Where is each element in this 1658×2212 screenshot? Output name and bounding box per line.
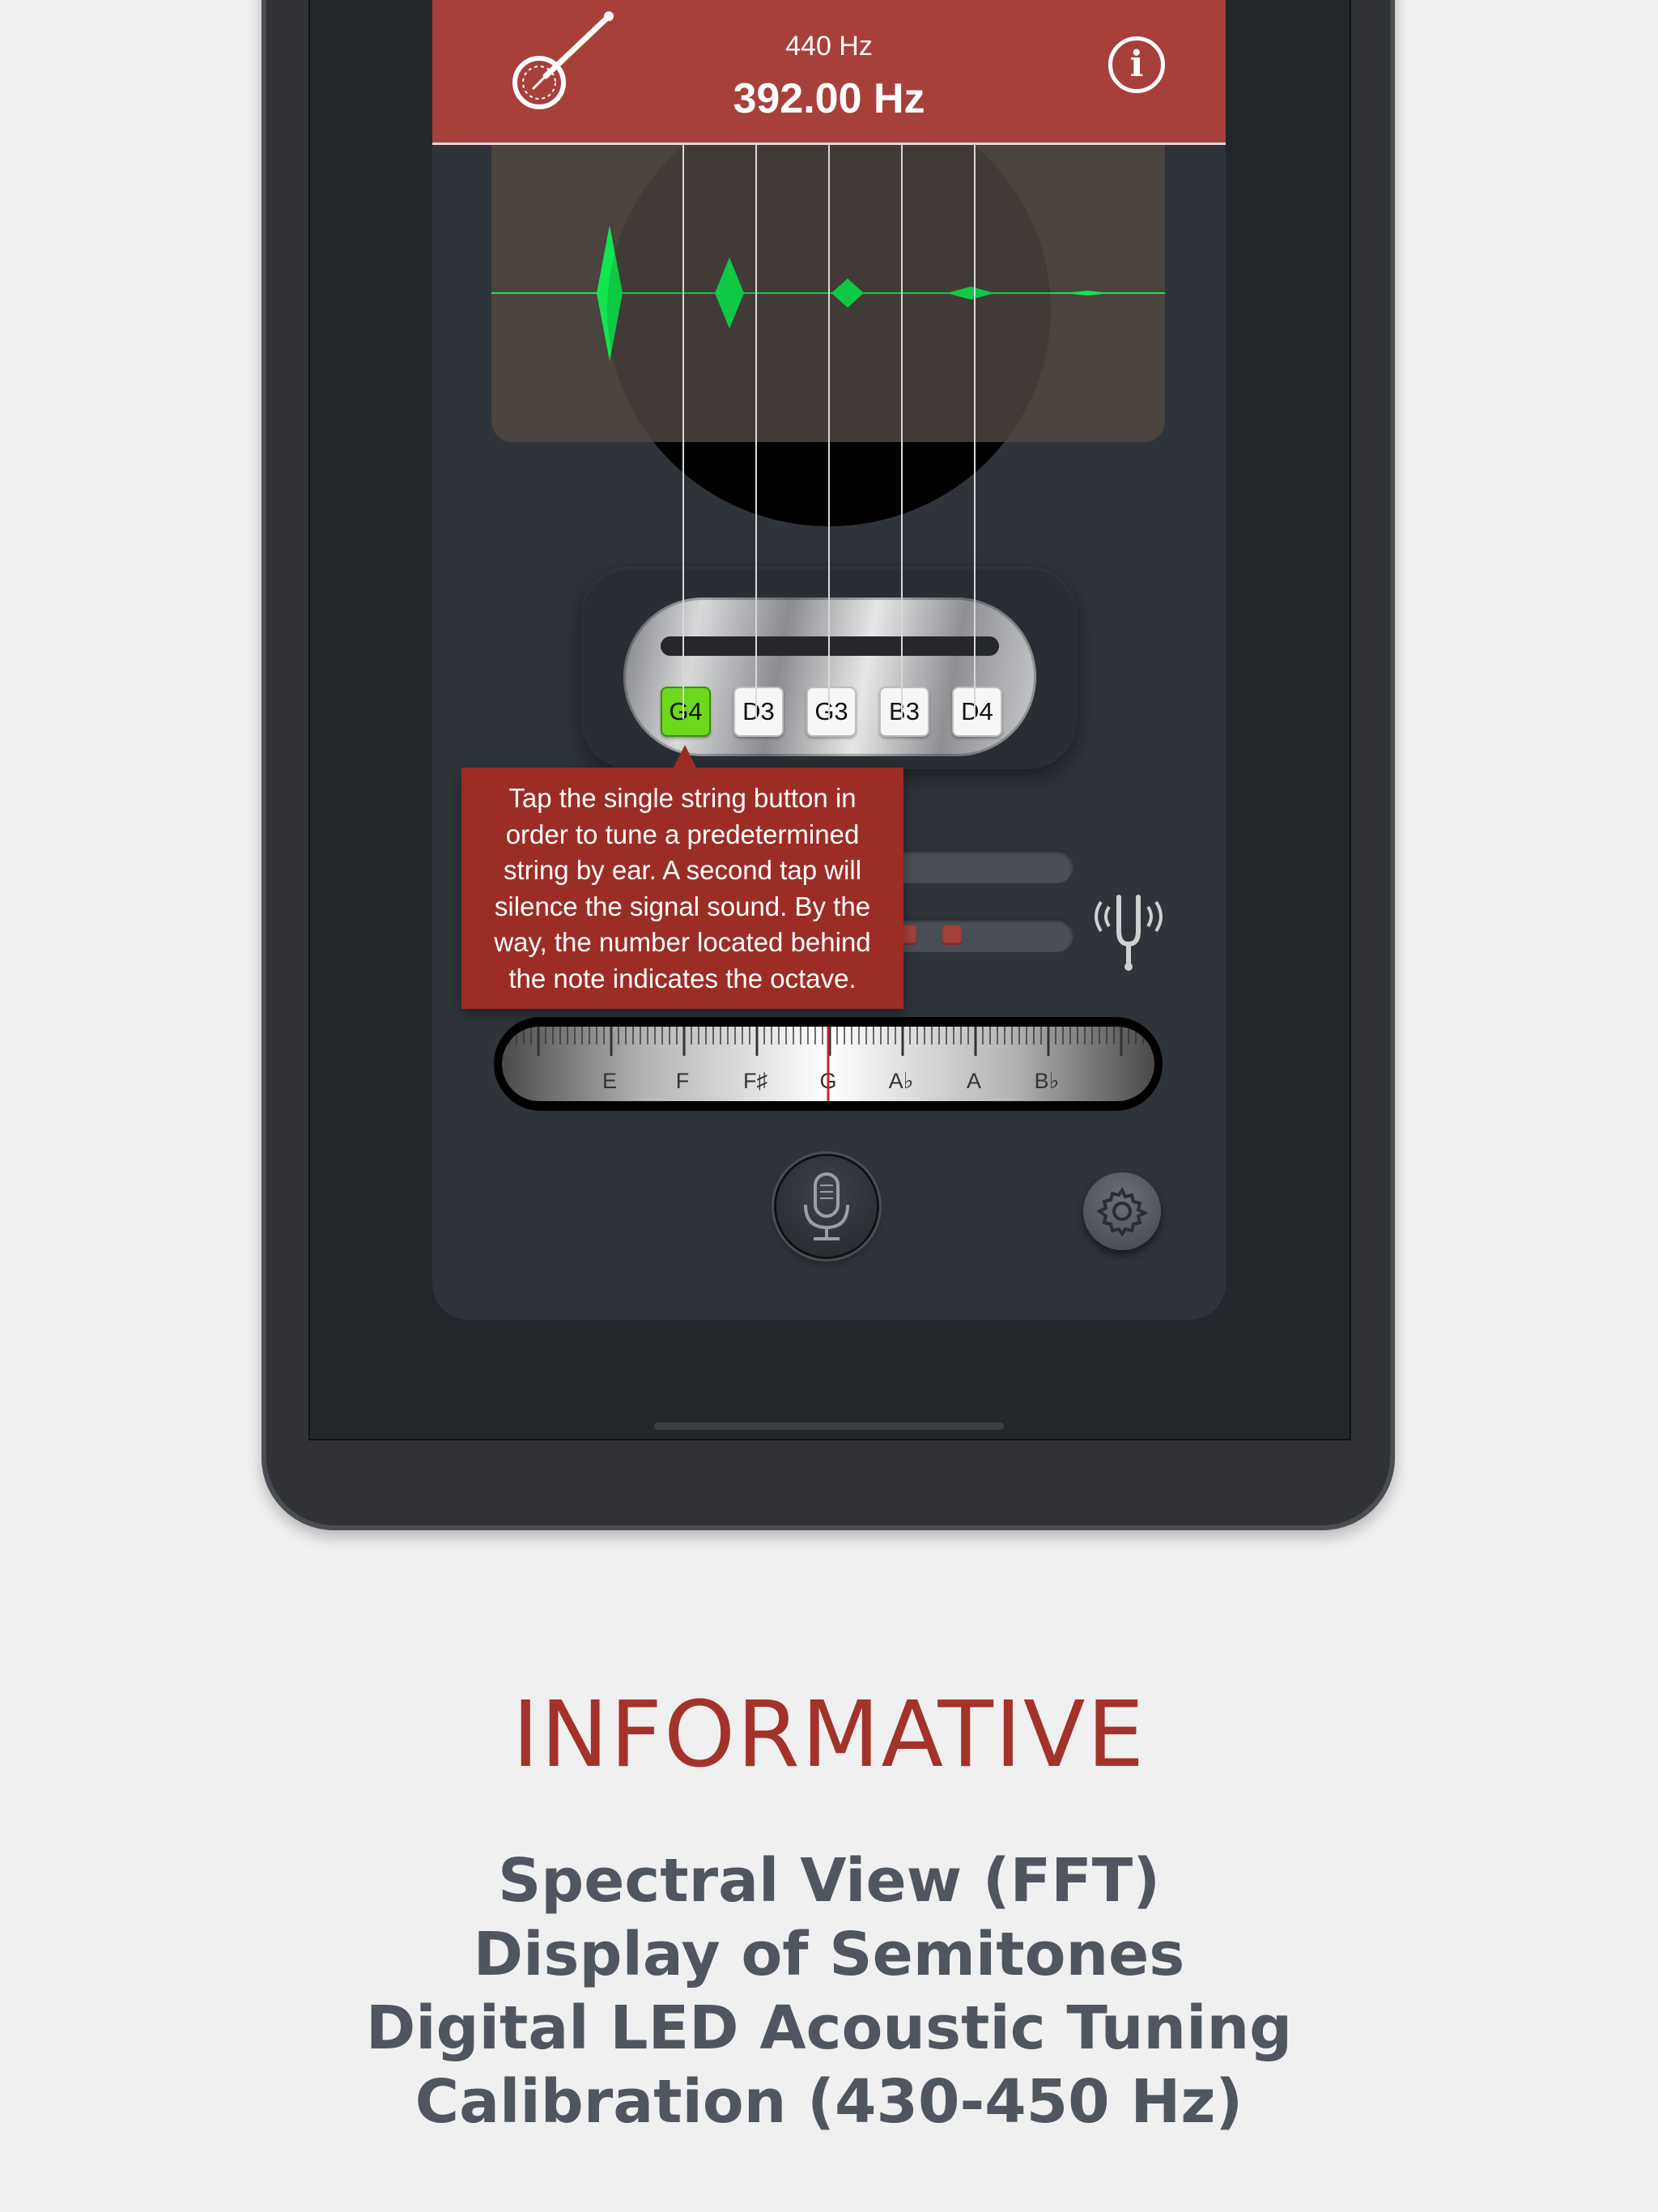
meter-note-label: A♭ [889, 1069, 914, 1093]
meter-note-label: B♭ [1035, 1069, 1060, 1093]
feature-list: Spectral View (FFT) Display of Semitones… [0, 1844, 1658, 2139]
help-tooltip[interactable]: Tap the single string button in order to… [461, 745, 903, 1009]
meter-note-label: A [967, 1069, 981, 1093]
string-button-d3[interactable]: D3 [733, 687, 784, 737]
tooltip-line: the note indicates the octave. [508, 963, 857, 993]
info-icon[interactable]: i [1108, 36, 1165, 93]
meter-scale: EFF♯GA♭AB♭ [502, 1027, 1154, 1101]
settings-button[interactable] [1083, 1172, 1161, 1250]
string-button-d4[interactable]: D4 [952, 687, 1002, 737]
string-button-g4[interactable]: G4 [661, 687, 711, 737]
microphone-icon [804, 1172, 849, 1240]
tooltip-line: Tap the single string button in [508, 783, 857, 813]
tooltip-line: string by ear. A second tap will [503, 855, 862, 885]
caption-title: INFORMATIVE [512, 1682, 1146, 1788]
gear-icon [1096, 1187, 1149, 1237]
bridge-slot [661, 636, 999, 656]
led-indicator-row [886, 918, 1073, 952]
tooltip-line: way, the number located behind [494, 927, 871, 957]
detected-frequency: 392.00 Hz [733, 75, 925, 122]
tuner-app: 440 Hz 392.00 Hz i G4 D3 G3 B3 D4 Tap th… [432, 0, 1226, 1320]
meter-note-label: E [602, 1069, 617, 1093]
string-selector: G4 D3 G3 B3 D4 [623, 598, 1036, 756]
home-indicator[interactable] [654, 1423, 1004, 1430]
tuning-fork-icon[interactable] [1090, 887, 1167, 972]
feature-item: Digital LED Acoustic Tuning [365, 1993, 1293, 2063]
volume-slider[interactable] [886, 849, 1073, 883]
microphone-button[interactable] [776, 1156, 877, 1257]
tooltip-line: silence the signal sound. By the [494, 891, 871, 921]
meter-note-label: F♯ [743, 1069, 767, 1093]
tooltip-line: order to tune a predetermined [505, 819, 860, 849]
meter-note-label: F [676, 1069, 690, 1093]
feature-item: Spectral View (FFT) [497, 1846, 1161, 1916]
reference-frequency[interactable]: 440 Hz [432, 31, 1226, 62]
led-indicator [942, 925, 962, 945]
feature-item: Calibration (430-450 Hz) [414, 2067, 1244, 2137]
string-button-g3[interactable]: G3 [806, 687, 857, 737]
semitone-meter: EFF♯GA♭AB♭ [494, 1017, 1163, 1111]
spectrum-view [491, 144, 1165, 442]
feature-item: Display of Semitones [473, 1920, 1185, 1989]
app-header: 440 Hz 392.00 Hz i [432, 0, 1226, 145]
string-button-b3[interactable]: B3 [879, 687, 929, 737]
